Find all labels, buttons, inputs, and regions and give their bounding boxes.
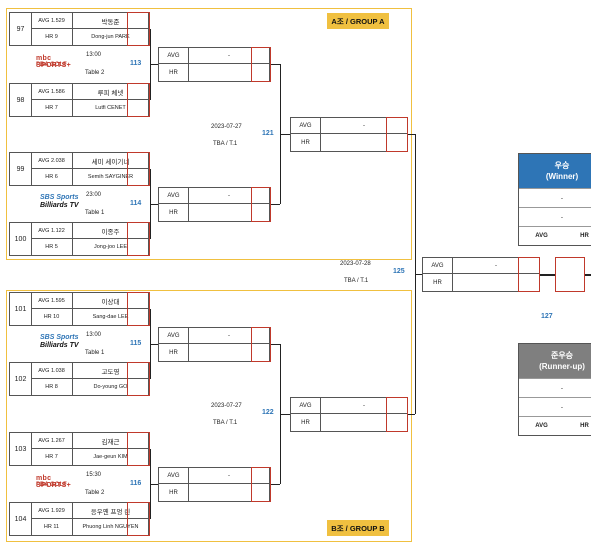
sbs-sports-logo: SBS Sports Billiards TV xyxy=(40,194,79,209)
match-table: Table 2 xyxy=(85,70,105,76)
match-116-score-box xyxy=(251,467,271,502)
player-hr: HR 7 xyxy=(31,449,73,465)
bracket-connector xyxy=(280,414,290,415)
winner-row: - xyxy=(519,207,591,226)
match-number-115: 115 xyxy=(130,340,142,347)
match-number-116: 116 xyxy=(130,480,142,487)
player-hr: HR 9 xyxy=(31,29,73,45)
runner-up-title-ko: 준우승 xyxy=(550,351,574,360)
runner-up-stats: AVG HR xyxy=(519,416,591,435)
player-score-box xyxy=(127,502,150,536)
player-seed: 97 xyxy=(10,13,32,45)
bracket-connector xyxy=(150,344,158,345)
player-avg: AVG 1.595 xyxy=(31,293,73,309)
bracket-connector xyxy=(271,484,280,485)
player-score-box xyxy=(127,222,150,256)
match-table: TBA / T.1 xyxy=(213,141,238,147)
player-score-box xyxy=(127,432,150,466)
bracket-connector xyxy=(540,274,555,276)
match-121-score-box xyxy=(386,117,408,152)
player-avg: AVG 1.929 xyxy=(31,503,73,519)
player-hr: HR 8 xyxy=(31,379,73,395)
match-table: TBA / T.1 xyxy=(344,278,369,284)
runner-up-row: - xyxy=(519,378,591,397)
mbc-sports-logo: mbc SPORTS+ PBA GOLF xyxy=(36,55,71,69)
player-score-box xyxy=(127,292,150,326)
player-seed: 104 xyxy=(10,503,32,535)
match-114-score-box xyxy=(251,187,271,222)
winner-title-ko: 우승 xyxy=(554,161,570,170)
player-hr: HR 7 xyxy=(31,100,73,116)
player-hr: HR 11 xyxy=(31,519,73,535)
player-seed: 103 xyxy=(10,433,32,465)
player-score-box xyxy=(127,152,150,186)
sbs-sports-logo: SBS Sports Billiards TV xyxy=(40,334,79,349)
bracket-connector xyxy=(271,344,280,345)
player-avg: AVG 1.267 xyxy=(31,433,73,449)
bracket-connector xyxy=(271,64,280,65)
player-avg: AVG 1.529 xyxy=(31,13,73,29)
bracket-connector xyxy=(408,134,415,135)
player-hr: HR 6 xyxy=(31,169,73,185)
match-table: Table 1 xyxy=(85,210,105,216)
bracket-connector xyxy=(280,134,290,135)
winner-row: - xyxy=(519,188,591,207)
group-a-label: A조 / GROUP A xyxy=(327,13,389,29)
match-time: 23:00 xyxy=(86,192,102,198)
match-125-score-box xyxy=(518,257,540,292)
mbc-sports-logo: mbc SPORTS+ PBA GOLF xyxy=(36,475,71,489)
runner-up-card: 준우승 (Runner-up) - - AVG HR xyxy=(518,343,591,436)
player-seed: 99 xyxy=(10,153,32,185)
player-seed: 98 xyxy=(10,84,32,116)
player-seed: 102 xyxy=(10,363,32,395)
group-b-label: B조 / GROUP B xyxy=(327,520,389,536)
bracket-connector xyxy=(415,274,422,275)
player-score-box xyxy=(127,12,150,46)
match-time: 15:30 xyxy=(86,472,102,478)
match-number-127: 127 xyxy=(541,313,553,320)
match-date: 2023-07-27 xyxy=(211,403,242,409)
match-number-125: 125 xyxy=(393,268,405,275)
bracket-connector xyxy=(150,484,158,485)
runner-up-title-en: (Runner-up) xyxy=(539,362,585,371)
player-hr: HR 10 xyxy=(31,309,73,325)
runner-up-row: - xyxy=(519,397,591,416)
player-score-box xyxy=(127,83,150,117)
final-score-box xyxy=(555,257,585,292)
player-avg: AVG 1.122 xyxy=(31,223,73,239)
match-113-score-box xyxy=(251,47,271,82)
match-table: Table 1 xyxy=(85,350,105,356)
bracket-connector xyxy=(150,64,158,65)
player-score-box xyxy=(127,362,150,396)
winner-card: 우승 (Winner) - - AVG HR xyxy=(518,153,591,246)
bracket-connector xyxy=(408,414,415,415)
match-date: 2023-07-28 xyxy=(340,261,371,267)
match-table: Table 2 xyxy=(85,490,105,496)
player-seed: 101 xyxy=(10,293,32,325)
match-115-score-box xyxy=(251,327,271,362)
player-seed: 100 xyxy=(10,223,32,255)
match-122-score-box xyxy=(386,397,408,432)
bracket-connector xyxy=(150,204,158,205)
match-date: 2023-07-27 xyxy=(211,124,242,130)
player-avg: AVG 2.038 xyxy=(31,153,73,169)
match-table: TBA / T.1 xyxy=(213,420,238,426)
match-time: 13:00 xyxy=(86,332,102,338)
bracket-connector xyxy=(271,204,280,205)
winner-title-en: (Winner) xyxy=(545,172,579,181)
match-number-113: 113 xyxy=(130,60,142,67)
winner-header: 우승 (Winner) xyxy=(519,154,591,188)
winner-stats: AVG HR xyxy=(519,226,591,245)
player-hr: HR 5 xyxy=(31,239,73,255)
runner-up-header: 준우승 (Runner-up) xyxy=(519,344,591,378)
match-time: 13:00 xyxy=(86,52,102,58)
player-avg: AVG 1.038 xyxy=(31,363,73,379)
bracket-connector xyxy=(585,274,591,276)
match-number-122: 122 xyxy=(262,409,274,416)
match-number-114: 114 xyxy=(130,200,142,207)
match-number-121: 121 xyxy=(262,130,274,137)
player-avg: AVG 1.586 xyxy=(31,84,73,100)
